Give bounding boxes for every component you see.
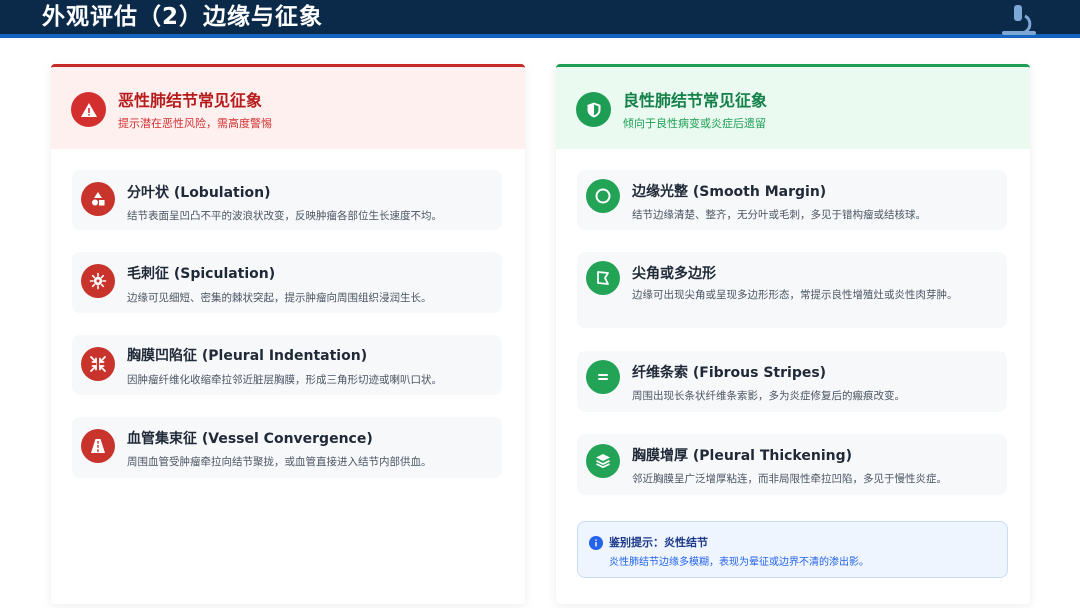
differential-note-box: 鉴别提示：炎性结节 炎性肺结节边缘多模糊，表现为晕征或边界不清的渗出影。 bbox=[577, 521, 1008, 578]
sign-item-fibrous-stripes: 纤维条索 (Fibrous Stripes) 周围出现长条状纤维条索影，多为炎症… bbox=[577, 351, 1007, 412]
sign-title: 胸膜凹陷征 (Pleural Indentation) bbox=[127, 348, 368, 364]
sign-item-smooth-margin: 边缘光整 (Smooth Margin) 结节边缘清楚、整齐，无分叶或毛刺，多见… bbox=[577, 170, 1007, 230]
polygon-icon bbox=[586, 261, 620, 295]
header-accent-line bbox=[0, 34, 1080, 38]
sign-description: 邻近胸膜呈广泛增厚粘连，而非局限性牵拉凹陷，多见于慢性炎症。 bbox=[632, 473, 947, 485]
sign-item-polygon: 尖角或多边形 边缘可出现尖角或呈现多边形形态，常提示良性增殖灶或炎性肉芽肿。 bbox=[577, 252, 1007, 328]
layers-icon bbox=[586, 444, 620, 478]
sign-description: 结节表面呈凹凸不平的波浪状改变，反映肿瘤各部位生长速度不均。 bbox=[127, 210, 442, 222]
benign-panel-subtitle: 倾向于良性病变或炎症后遗留 bbox=[623, 117, 766, 130]
sign-description: 周围血管受肿瘤牵拉向结节聚拢，或血管直接进入结节内部供血。 bbox=[127, 456, 432, 468]
malignant-panel-header: 恶性肺结节常见征象 提示潜在恶性风险，需高度警惕 bbox=[51, 67, 525, 149]
page-title: 外观评估（2）边缘与征象 bbox=[42, 4, 324, 30]
shapes-icon bbox=[81, 182, 115, 216]
warning-triangle-icon bbox=[71, 92, 106, 127]
sign-item-pleural-indentation: 胸膜凹陷征 (Pleural Indentation) 因肿瘤纤维化收缩牵拉邻近… bbox=[72, 335, 502, 395]
sign-title: 尖角或多边形 bbox=[632, 266, 716, 282]
sign-title: 分叶状 (Lobulation) bbox=[127, 185, 271, 201]
sign-description: 因肿瘤纤维化收缩牵拉邻近脏层胸膜，形成三角形切迹或喇叭口状。 bbox=[127, 374, 442, 386]
malignant-signs-panel: 恶性肺结节常见征象 提示潜在恶性风险，需高度警惕 分叶状 (Lobulation… bbox=[51, 64, 525, 604]
benign-panel-title: 良性肺结节常见征象 bbox=[623, 91, 768, 110]
equals-lines-icon bbox=[586, 360, 620, 394]
sign-description: 结节边缘清楚、整齐，无分叶或毛刺，多见于错构瘤或结核球。 bbox=[632, 209, 926, 221]
benign-signs-panel: 良性肺结节常见征象 倾向于良性病变或炎症后遗留 边缘光整 (Smooth Mar… bbox=[556, 64, 1030, 604]
road-convergence-icon bbox=[81, 429, 115, 463]
note-title: 鉴别提示：炎性结节 bbox=[609, 536, 708, 549]
compress-arrows-icon bbox=[81, 347, 115, 381]
circle-outline-icon bbox=[586, 179, 620, 213]
sign-title: 边缘光整 (Smooth Margin) bbox=[632, 184, 827, 200]
sign-description: 周围出现长条状纤维条索影，多为炎症修复后的瘢痕改变。 bbox=[632, 390, 905, 402]
note-text: 炎性肺结节边缘多模糊，表现为晕征或边界不清的渗出影。 bbox=[609, 557, 869, 568]
sign-item-lobulation: 分叶状 (Lobulation) 结节表面呈凹凸不平的波浪状改变，反映肿瘤各部位… bbox=[72, 170, 502, 230]
microscope-icon bbox=[998, 2, 1042, 38]
sign-item-spiculation: 毛刺征 (Spiculation) 边缘可见细短、密集的棘状突起，提示肿瘤向周围… bbox=[72, 252, 502, 313]
malignant-panel-subtitle: 提示潜在恶性风险，需高度警惕 bbox=[118, 117, 272, 130]
shield-icon bbox=[576, 92, 611, 127]
sign-title: 血管集束征 (Vessel Convergence) bbox=[127, 431, 373, 447]
benign-panel-header: 良性肺结节常见征象 倾向于良性病变或炎症后遗留 bbox=[556, 67, 1030, 149]
virus-icon bbox=[81, 264, 115, 298]
sign-item-vessel-convergence: 血管集束征 (Vessel Convergence) 周围血管受肿瘤牵拉向结节聚… bbox=[72, 417, 502, 478]
malignant-panel-title: 恶性肺结节常见征象 bbox=[118, 91, 263, 110]
sign-title: 毛刺征 (Spiculation) bbox=[127, 266, 276, 282]
info-icon bbox=[589, 536, 603, 550]
sign-description: 边缘可出现尖角或呈现多边形形态，常提示良性增殖灶或炎性肉芽肿。 bbox=[632, 289, 958, 301]
sign-item-pleural-thickening: 胸膜增厚 (Pleural Thickening) 邻近胸膜呈广泛增厚粘连，而非… bbox=[577, 434, 1007, 495]
sign-description: 边缘可见细短、密集的棘状突起，提示肿瘤向周围组织浸润生长。 bbox=[127, 292, 432, 304]
sign-title: 胸膜增厚 (Pleural Thickening) bbox=[632, 448, 853, 464]
sign-title: 纤维条索 (Fibrous Stripes) bbox=[632, 365, 827, 381]
